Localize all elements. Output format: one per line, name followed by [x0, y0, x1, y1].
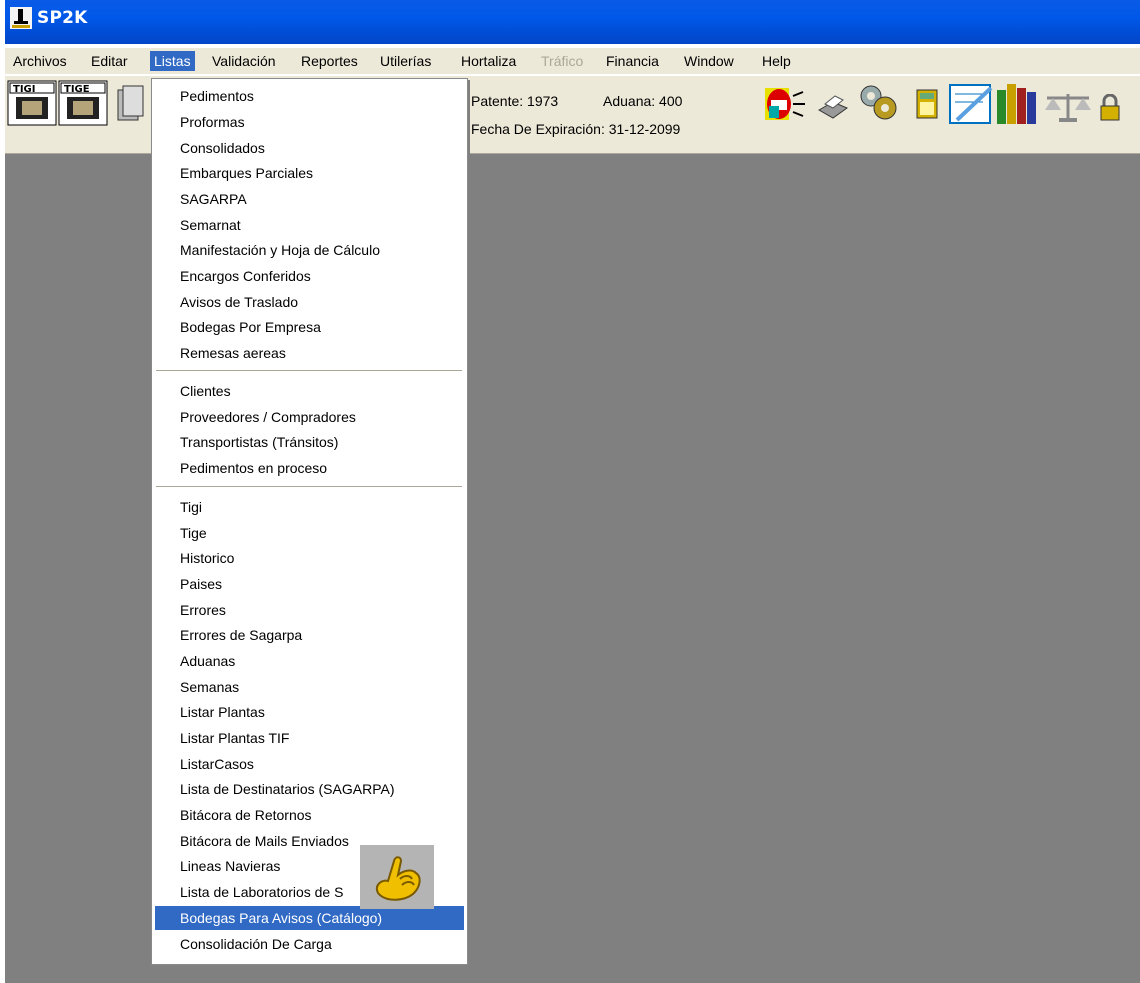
menu-item-transportistas[interactable]: Transportistas (Tránsitos) — [155, 430, 464, 454]
menu-window[interactable]: Window — [680, 51, 738, 71]
menu-item-paises[interactable]: Paises — [155, 572, 464, 596]
menu-item-remesas-aereas[interactable]: Remesas aereas — [155, 341, 464, 365]
menu-validacion[interactable]: Validación — [208, 51, 280, 71]
hand-pointer-icon — [360, 845, 434, 909]
fecha-expiracion-label: Fecha De Expiración: 31-12-2099 — [471, 121, 681, 137]
menu-trafico: Tráfico — [541, 53, 584, 69]
menu-item-consolidacion-carga[interactable]: Consolidación De Carga — [155, 932, 464, 956]
menu-financia[interactable]: Financia — [602, 51, 663, 71]
menu-item-manifestacion[interactable]: Manifestación y Hoja de Cálculo — [155, 238, 464, 262]
menu-item-listar-casos[interactable]: ListarCasos — [155, 752, 464, 776]
menu-hortaliza[interactable]: Hortaliza — [457, 51, 520, 71]
menu-item-pedimentos-en-proceso[interactable]: Pedimentos en proceso — [155, 456, 464, 480]
menu-archivos[interactable]: Archivos — [9, 51, 71, 71]
menu-listas[interactable]: Listas — [150, 51, 195, 71]
svg-text:TIGE: TIGE — [64, 84, 90, 95]
app-icon — [10, 7, 32, 29]
tigi-icon[interactable]: TIGI — [7, 80, 57, 126]
menu-item-listar-plantas[interactable]: Listar Plantas — [155, 700, 464, 724]
menu-item-sagarpa[interactable]: SAGARPA — [155, 187, 464, 211]
menu-separator — [156, 370, 462, 372]
printer-icon[interactable] — [815, 92, 851, 122]
menu-editar[interactable]: Editar — [87, 51, 132, 71]
menu-item-avisos-traslado[interactable]: Avisos de Traslado — [155, 290, 464, 314]
alert-speaker-icon[interactable] — [763, 82, 807, 124]
title-bar[interactable]: SP2K — [5, 0, 1140, 44]
menu-item-aduanas[interactable]: Aduanas — [155, 649, 464, 673]
lock-icon[interactable] — [1099, 94, 1121, 122]
menu-item-semarnat[interactable]: Semarnat — [155, 213, 464, 237]
scales-icon[interactable] — [1043, 90, 1093, 124]
menu-item-historico[interactable]: Historico — [155, 546, 464, 570]
menu-item-proformas[interactable]: Proformas — [155, 110, 464, 134]
menu-item-errores-sagarpa[interactable]: Errores de Sagarpa — [155, 623, 464, 647]
books-icon[interactable] — [995, 80, 1043, 126]
tige-icon[interactable]: TIGE — [58, 80, 108, 126]
menu-item-bodegas-para-avisos[interactable]: Bodegas Para Avisos (Catálogo) — [155, 906, 464, 930]
menu-item-tige[interactable]: Tige — [155, 521, 464, 545]
menu-item-embarques-parciales[interactable]: Embarques Parciales — [155, 161, 464, 185]
edit-document-icon[interactable] — [947, 82, 997, 126]
menu-item-listar-plantas-tif[interactable]: Listar Plantas TIF — [155, 726, 464, 750]
window-title: SP2K — [37, 8, 88, 28]
documents-icon[interactable] — [116, 84, 146, 124]
menu-item-lista-destinatarios[interactable]: Lista de Destinatarios (SAGARPA) — [155, 777, 464, 801]
svg-text:TIGI: TIGI — [13, 84, 35, 95]
settings-gears-icon[interactable] — [857, 82, 899, 124]
menu-item-tigi[interactable]: Tigi — [155, 495, 464, 519]
patente-label: Patente: 1973 — [471, 93, 559, 109]
menu-item-bodegas-por-empresa[interactable]: Bodegas Por Empresa — [155, 315, 464, 339]
menu-item-clientes[interactable]: Clientes — [155, 379, 464, 403]
menu-reportes[interactable]: Reportes — [297, 51, 362, 71]
menu-item-consolidados[interactable]: Consolidados — [155, 136, 464, 160]
app-window: SP2K Archivos Editar Listas Validación R… — [5, 0, 1140, 983]
menu-separator — [156, 486, 462, 488]
calculator-icon[interactable] — [915, 88, 939, 120]
menu-item-semanas[interactable]: Semanas — [155, 675, 464, 699]
menu-help[interactable]: Help — [758, 51, 795, 71]
menu-item-encargos-conferidos[interactable]: Encargos Conferidos — [155, 264, 464, 288]
menu-item-errores[interactable]: Errores — [155, 598, 464, 622]
menu-item-proveedores-compradores[interactable]: Proveedores / Compradores — [155, 405, 464, 429]
menu-bar: Archivos Editar Listas Validación Report… — [5, 48, 1140, 74]
listas-dropdown-menu: Pedimentos Proformas Consolidados Embarq… — [151, 78, 468, 965]
menu-item-bitacora-retornos[interactable]: Bitácora de Retornos — [155, 803, 464, 827]
menu-item-pedimentos[interactable]: Pedimentos — [155, 84, 464, 108]
menu-utilerias[interactable]: Utilerías — [376, 51, 435, 71]
aduana-label: Aduana: 400 — [603, 93, 683, 109]
